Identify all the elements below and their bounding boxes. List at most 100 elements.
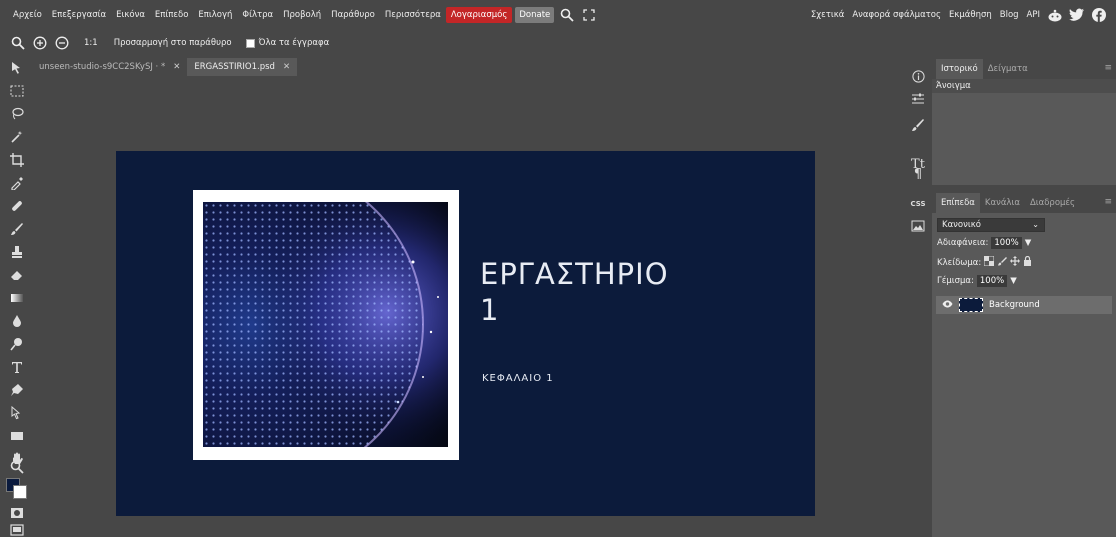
text-tool-icon[interactable]	[6, 357, 28, 377]
crop-tool-icon[interactable]	[6, 150, 28, 170]
lasso-tool-icon[interactable]	[6, 104, 28, 124]
dropdown-arrow-icon[interactable]: ▼	[1025, 238, 1032, 248]
menu-layer[interactable]: Επίπεδο	[150, 7, 193, 23]
dodge-tool-icon[interactable]	[6, 334, 28, 354]
facebook-icon[interactable]	[1088, 6, 1110, 24]
document-tab-label: unseen-studio-s9CC2SKySJ · *	[39, 62, 166, 72]
brush-tool-icon[interactable]	[6, 219, 28, 239]
opacity-input[interactable]: 100%	[991, 237, 1022, 249]
dropdown-arrow-icon[interactable]: ▼	[1010, 276, 1017, 286]
zoom-out-icon[interactable]	[54, 35, 70, 51]
menu-more[interactable]: Περισσότερα	[380, 7, 446, 23]
menu-right: Σχετικά Αναφορά σφάλματος Εκμάθηση Blog …	[807, 0, 1110, 30]
background-color-swatch[interactable]	[13, 485, 27, 499]
all-documents-checkbox[interactable]: Όλα τα έγγραφα	[245, 38, 329, 48]
tools-toolbar	[0, 56, 32, 537]
actual-size-button[interactable]: 1:1	[84, 38, 98, 48]
menu-blog[interactable]: Blog	[996, 7, 1023, 23]
layers-panel: Επίπεδα Κανάλια Διαδρομές ≡ Κανονικό ⌄ Α…	[932, 193, 1116, 537]
marquee-tool-icon[interactable]	[6, 81, 28, 101]
info-icon[interactable]	[907, 66, 929, 86]
menu-learn[interactable]: Εκμάθηση	[945, 7, 996, 23]
fill-row: Γέμισμα: 100% ▼	[937, 275, 1017, 287]
blend-mode-value: Κανονικό	[942, 220, 981, 230]
menu-edit[interactable]: Επεξεργασία	[47, 7, 111, 23]
gradient-tool-icon[interactable]	[6, 288, 28, 308]
zoom-tool-sidebar-icon[interactable]	[6, 457, 28, 477]
lock-all-icon[interactable]	[1023, 255, 1032, 269]
fill-input[interactable]: 100%	[976, 275, 1008, 287]
options-bar: 1:1 Προσαρμογή στο παράθυρο Όλα τα έγγρα…	[0, 30, 1116, 56]
close-icon[interactable]: ✕	[173, 62, 180, 72]
layer-name: Background	[989, 300, 1040, 310]
lock-transparency-icon[interactable]	[983, 255, 995, 269]
donate-button[interactable]: Donate	[515, 7, 555, 23]
menu-view[interactable]: Προβολή	[278, 7, 326, 23]
lock-move-icon[interactable]	[1010, 256, 1021, 269]
menu-report-bug[interactable]: Αναφορά σφάλματος	[848, 7, 945, 23]
screen-mode-icon[interactable]	[6, 520, 28, 537]
clone-stamp-tool-icon[interactable]	[6, 242, 28, 262]
document-tab-active[interactable]: ERGASSTIRIO1.psd ✕	[187, 58, 298, 76]
document-title-text: ΕΡΓΑΣΤΗΡΙΟ 1	[480, 256, 669, 328]
tab-layers[interactable]: Επίπεδα	[936, 193, 980, 213]
chevron-down-icon: ⌄	[1032, 220, 1039, 229]
history-panel: Ιστορικό Δείγματα ≡ Άνοιγμα	[932, 59, 1116, 185]
menu-file[interactable]: Αρχείο	[8, 7, 47, 23]
opacity-label: Αδιαφάνεια:	[937, 238, 989, 248]
image-icon[interactable]	[907, 216, 929, 236]
paragraph-icon[interactable]: ¶	[907, 164, 929, 184]
account-button[interactable]: Λογαριασμός	[445, 7, 513, 23]
twitter-icon[interactable]	[1066, 6, 1088, 24]
document-subtitle-text: ΚΕΦΑΛΑΙΟ 1	[482, 373, 554, 384]
zoom-in-icon[interactable]	[32, 35, 48, 51]
tab-channels[interactable]: Κανάλια	[980, 193, 1025, 213]
fill-label: Γέμισμα:	[937, 276, 974, 286]
zoom-tool-icon[interactable]	[10, 35, 26, 51]
menu-window[interactable]: Παράθυρο	[326, 7, 380, 23]
path-select-tool-icon[interactable]	[6, 403, 28, 423]
fullscreen-icon[interactable]	[580, 7, 598, 23]
tab-swatches[interactable]: Δείγματα	[983, 59, 1033, 79]
blur-tool-icon[interactable]	[6, 311, 28, 331]
photopea-app: Αρχείο Επεξεργασία Εικόνα Επίπεδο Επιλογ…	[0, 0, 1116, 537]
adjustments-icon[interactable]	[907, 89, 929, 109]
checkbox-box[interactable]	[245, 38, 255, 48]
pen-tool-icon[interactable]	[6, 380, 28, 400]
tab-paths[interactable]: Διαδρομές	[1025, 193, 1080, 213]
panel-menu-icon[interactable]: ≡	[1104, 197, 1112, 207]
document-tab[interactable]: unseen-studio-s9CC2SKySJ · * ✕	[32, 58, 188, 76]
photo-frame	[193, 190, 459, 460]
document-tab-label: ERGASSTIRIO1.psd	[194, 62, 275, 72]
search-icon[interactable]	[558, 7, 576, 23]
layer-thumbnail	[959, 298, 983, 312]
history-entry[interactable]: Άνοιγμα	[932, 79, 1116, 93]
reddit-icon[interactable]	[1044, 6, 1066, 24]
history-panel-header: Ιστορικό Δείγματα ≡	[932, 59, 1116, 79]
move-tool-icon[interactable]	[6, 58, 28, 78]
eyedropper-tool-icon[interactable]	[6, 173, 28, 193]
panel-menu-icon[interactable]: ≡	[1104, 63, 1112, 73]
layer-row[interactable]: Background	[936, 296, 1112, 314]
globe-image	[203, 202, 448, 447]
fit-to-window-button[interactable]: Προσαρμογή στο παράθυρο	[114, 38, 232, 48]
menu-api[interactable]: API	[1023, 7, 1044, 23]
brush-settings-icon[interactable]	[907, 115, 929, 135]
menu-about[interactable]: Σχετικά	[807, 7, 848, 23]
menu-bar: Αρχείο Επεξεργασία Εικόνα Επίπεδο Επιλογ…	[0, 0, 1116, 30]
menu-image[interactable]: Εικόνα	[111, 7, 150, 23]
eye-icon[interactable]	[942, 300, 953, 311]
shape-tool-icon[interactable]	[6, 426, 28, 446]
menu-select[interactable]: Επιλογή	[193, 7, 237, 23]
close-icon[interactable]: ✕	[283, 62, 290, 72]
lock-paint-icon[interactable]	[997, 256, 1008, 269]
magic-wand-tool-icon[interactable]	[6, 127, 28, 147]
eraser-tool-icon[interactable]	[6, 265, 28, 285]
layers-panel-header: Επίπεδα Κανάλια Διαδρομές ≡	[932, 193, 1116, 213]
tab-history[interactable]: Ιστορικό	[936, 59, 983, 79]
lock-row: Κλείδωμα:	[937, 255, 1032, 269]
blend-mode-select[interactable]: Κανονικό ⌄	[937, 218, 1045, 232]
css-icon[interactable]: CSS	[907, 194, 929, 214]
healing-tool-icon[interactable]	[6, 196, 28, 216]
menu-filter[interactable]: Φίλτρα	[237, 7, 278, 23]
